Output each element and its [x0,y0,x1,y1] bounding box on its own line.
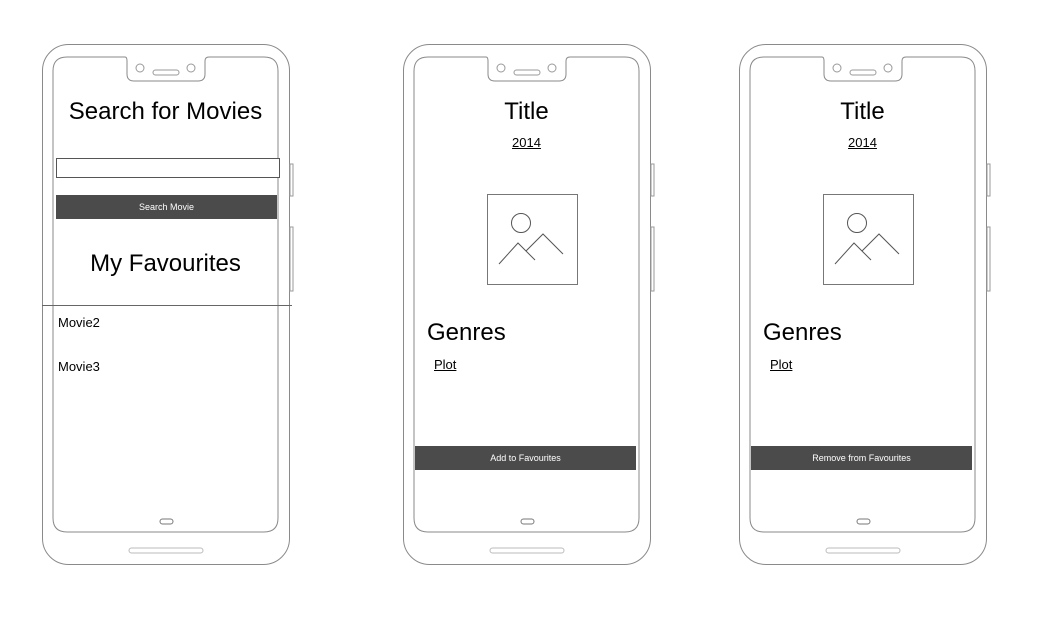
movie-year: 2014 [848,135,877,150]
genres-label: Genres [427,319,506,346]
phone-search-screen: Search for Movies Search Movie My Favour… [42,44,294,566]
plot-label: Plot [770,357,793,372]
page-title: Search for Movies [68,98,263,125]
genres-label: Genres [763,319,842,346]
plot-label: Plot [434,357,457,372]
list-item[interactable]: Movie3 [58,359,100,375]
add-to-favourites-button[interactable]: Add to Favourites [415,446,636,470]
divider [42,305,292,306]
phone-detail-remove-screen: Title 2014 Genres Plot Remove from Favou… [739,44,991,566]
phone-detail-add-screen: Title 2014 Genres Plot Add to Favourites [403,44,655,566]
remove-from-favourites-button[interactable]: Remove from Favourites [751,446,972,470]
movie-year: 2014 [512,135,541,150]
search-movie-button[interactable]: Search Movie [56,195,277,219]
search-input[interactable] [56,158,280,178]
movie-title: Title [504,98,549,125]
movie-title: Title [840,98,885,125]
favourites-title: My Favourites [90,250,241,277]
list-item[interactable]: Movie2 [58,315,100,331]
image-placeholder-icon [487,194,578,285]
image-placeholder-icon [823,194,914,285]
